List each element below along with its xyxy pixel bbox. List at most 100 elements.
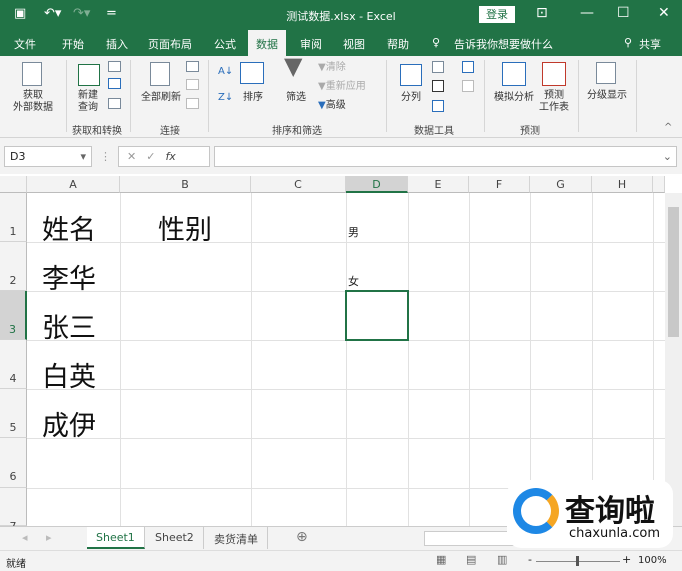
tab-data[interactable]: 数据 xyxy=(248,30,286,56)
reapply-button[interactable]: ▼重新应用 xyxy=(318,81,366,93)
row-header[interactable]: 1 xyxy=(0,193,27,242)
enter-icon[interactable]: ✓ xyxy=(146,150,165,163)
name-box[interactable]: D3 ▾ xyxy=(4,146,92,167)
column-header[interactable]: D xyxy=(346,176,408,193)
collapse-ribbon-icon[interactable]: ^ xyxy=(664,122,672,134)
share-icon[interactable]: ⚲ xyxy=(624,36,632,49)
sheet-tab-sales-list[interactable]: 卖货清单 xyxy=(205,527,268,549)
reapply-icon: ▼ xyxy=(318,81,326,92)
column-header[interactable]: B xyxy=(120,176,251,193)
column-header[interactable]: E xyxy=(408,176,469,193)
filter-button[interactable]: 筛选 xyxy=(283,92,309,104)
zoom-slider-thumb[interactable] xyxy=(576,556,579,566)
advanced-button[interactable]: ▼高级 xyxy=(318,100,346,112)
vertical-scrollbar[interactable] xyxy=(665,193,682,526)
forecast-sheet-button[interactable]: 预测 工作表 xyxy=(536,90,572,114)
row-header[interactable]: 5 xyxy=(0,389,27,438)
connections-icon[interactable] xyxy=(186,61,199,72)
expand-formula-icon[interactable]: ⌄ xyxy=(663,150,672,163)
column-header[interactable]: H xyxy=(592,176,653,193)
sort-az-icon[interactable]: A↓ xyxy=(218,66,233,78)
page-layout-view-icon[interactable]: ▤ xyxy=(466,553,476,566)
tab-formulas[interactable]: 公式 xyxy=(214,36,236,52)
from-table-icon[interactable] xyxy=(108,78,121,89)
tab-review[interactable]: 审阅 xyxy=(300,36,322,52)
close-icon[interactable]: ✕ xyxy=(658,5,670,21)
new-query-button[interactable]: 新建 查询 xyxy=(68,90,108,114)
refresh-all-button[interactable]: 全部刷新 xyxy=(134,92,188,104)
cell-A2[interactable]: 李华 xyxy=(42,257,96,296)
row-header[interactable]: 7 xyxy=(0,488,27,533)
what-if-button[interactable]: 模拟分析 xyxy=(490,92,538,104)
what-if-icon xyxy=(502,62,526,86)
cell-A3[interactable]: 张三 xyxy=(42,306,96,345)
tab-file[interactable]: 文件 xyxy=(14,36,36,52)
text-to-columns-button[interactable]: 分列 xyxy=(398,92,424,104)
column-header[interactable]: F xyxy=(469,176,530,193)
outline-button[interactable]: 分级显示 xyxy=(582,90,632,102)
prev-sheet-icon[interactable]: ◂ xyxy=(22,531,28,544)
ribbon-display-icon[interactable]: ⊡ xyxy=(536,5,548,21)
column-header[interactable]: C xyxy=(251,176,346,193)
recent-sources-icon[interactable] xyxy=(108,98,121,109)
normal-view-icon[interactable]: ▦ xyxy=(436,553,446,566)
flash-fill-icon[interactable] xyxy=(432,61,444,73)
reapply-label: 重新应用 xyxy=(325,81,366,92)
get-data-icon xyxy=(22,62,42,86)
forecast-sheet-icon xyxy=(542,62,566,86)
zoom-slider[interactable]: - + xyxy=(528,553,631,568)
select-all-corner[interactable] xyxy=(0,176,27,193)
sort-za-icon[interactable]: Z↓ xyxy=(218,92,233,104)
title-bar: ▣ ↶▾ ↷▾ = 测试数据.xlsx - Excel 登录 ⊡ — ☐ ✕ xyxy=(0,0,682,30)
page-break-view-icon[interactable]: ▥ xyxy=(497,553,507,566)
clear-button[interactable]: ▼清除 xyxy=(318,62,346,74)
cell-D1[interactable]: 男 xyxy=(348,224,359,240)
row-header[interactable]: 6 xyxy=(0,438,27,488)
row-header[interactable]: 3 xyxy=(0,291,27,340)
group-get-transform: 获取和转换 xyxy=(72,126,122,137)
cell-A4[interactable]: 白英 xyxy=(42,355,96,394)
minimize-icon[interactable]: — xyxy=(580,5,594,21)
cell-A1[interactable]: 姓名 xyxy=(42,208,96,247)
sort-button[interactable]: 排序 xyxy=(240,92,266,104)
show-queries-icon[interactable] xyxy=(108,61,121,72)
insert-function-button[interactable]: fx xyxy=(165,150,175,163)
tab-page-layout[interactable]: 页面布局 xyxy=(148,36,192,52)
row-header[interactable]: 4 xyxy=(0,340,27,389)
add-sheet-icon[interactable]: ⊕ xyxy=(296,529,308,545)
new-query-icon xyxy=(78,64,100,86)
row-header[interactable]: 2 xyxy=(0,242,27,291)
relationships-icon[interactable] xyxy=(462,80,474,92)
formula-buttons: ✕✓fx xyxy=(118,146,210,167)
share-button[interactable]: 共享 xyxy=(639,36,661,52)
worksheet-grid[interactable]: A B C D E F G H 1 2 3 4 5 6 7 姓名 性别 李华 张… xyxy=(0,176,682,533)
login-button[interactable]: 登录 xyxy=(479,6,515,23)
sheet-tab-sheet1[interactable]: Sheet1 xyxy=(87,527,145,549)
formula-input[interactable]: ⌄ xyxy=(214,146,677,167)
remove-duplicates-icon[interactable] xyxy=(432,80,444,92)
watermark-logo: 查询啦 chaxunla.com xyxy=(507,480,673,548)
maximize-icon[interactable]: ☐ xyxy=(617,5,630,21)
tab-help[interactable]: 帮助 xyxy=(387,36,409,52)
cancel-icon[interactable]: ✕ xyxy=(127,150,146,163)
next-sheet-icon[interactable]: ▸ xyxy=(46,531,52,544)
tab-home[interactable]: 开始 xyxy=(62,36,84,52)
edit-links-icon[interactable] xyxy=(186,98,199,109)
active-cell-D3[interactable] xyxy=(345,290,409,341)
zoom-level[interactable]: 100% xyxy=(638,555,667,566)
consolidate-icon[interactable] xyxy=(462,61,474,73)
get-external-data-button[interactable]: 获取 外部数据 xyxy=(4,90,62,114)
properties-icon[interactable] xyxy=(186,79,199,90)
tell-me-search[interactable]: 告诉我你想要做什么 xyxy=(454,36,553,52)
cell-A5[interactable]: 成伊 xyxy=(42,404,96,443)
column-header[interactable]: A xyxy=(27,176,120,193)
tab-view[interactable]: 视图 xyxy=(343,36,365,52)
advanced-icon: ▼ xyxy=(318,100,326,111)
cell-B1[interactable]: 性别 xyxy=(158,208,212,247)
cell-D2[interactable]: 女 xyxy=(348,273,359,289)
sheet-tab-sheet2[interactable]: Sheet2 xyxy=(146,527,204,549)
column-header[interactable]: G xyxy=(530,176,592,193)
vertical-scroll-thumb[interactable] xyxy=(668,207,679,337)
tab-insert[interactable]: 插入 xyxy=(106,36,128,52)
data-validation-icon[interactable] xyxy=(432,100,444,112)
